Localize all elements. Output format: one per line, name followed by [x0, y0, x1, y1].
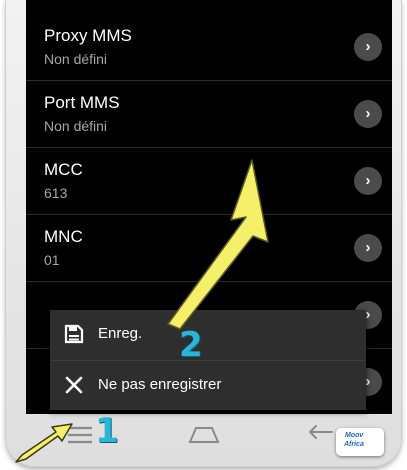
discard-menu-item[interactable]: Ne pas enregistrer — [50, 361, 366, 411]
save-icon — [64, 324, 84, 344]
back-icon[interactable] — [306, 422, 336, 446]
save-menu-label: Enreg. — [98, 325, 143, 342]
setting-value: Non défini — [44, 118, 108, 134]
setting-value: 01 — [44, 252, 60, 268]
chevron-right-icon[interactable]: › — [354, 33, 382, 61]
setting-title: Port MMS — [44, 93, 120, 112]
step-number-one: 1 — [95, 411, 119, 451]
setting-value: Non défini — [44, 51, 108, 67]
overflow-popup-menu: Enreg. Ne pas enregistrer — [50, 310, 366, 410]
setting-row-mnc[interactable]: MNC 01 › — [26, 215, 392, 282]
setting-value: 613 — [44, 185, 68, 201]
setting-title: MCC — [44, 160, 83, 179]
setting-title: Proxy MMS — [44, 26, 132, 45]
setting-row-port-mms[interactable]: Port MMS Non défini › — [26, 81, 392, 148]
chevron-right-icon[interactable]: › — [354, 167, 382, 195]
discard-menu-label: Ne pas enregistrer — [98, 376, 222, 393]
home-icon[interactable] — [186, 422, 222, 448]
chevron-right-icon[interactable]: › — [354, 100, 382, 128]
setting-title: MNC — [44, 227, 83, 246]
setting-row-proxy-mms[interactable]: Proxy MMS Non défini › — [26, 14, 392, 81]
step-number-two: 2 — [179, 325, 203, 365]
close-icon — [65, 376, 83, 394]
save-menu-item[interactable]: Enreg. — [50, 310, 366, 360]
moov-africa-logo: Moov Africa — [336, 428, 384, 456]
setting-row-mcc[interactable]: MCC 613 › — [26, 148, 392, 215]
chevron-right-icon[interactable]: › — [354, 234, 382, 262]
menu-icon[interactable] — [66, 424, 96, 446]
